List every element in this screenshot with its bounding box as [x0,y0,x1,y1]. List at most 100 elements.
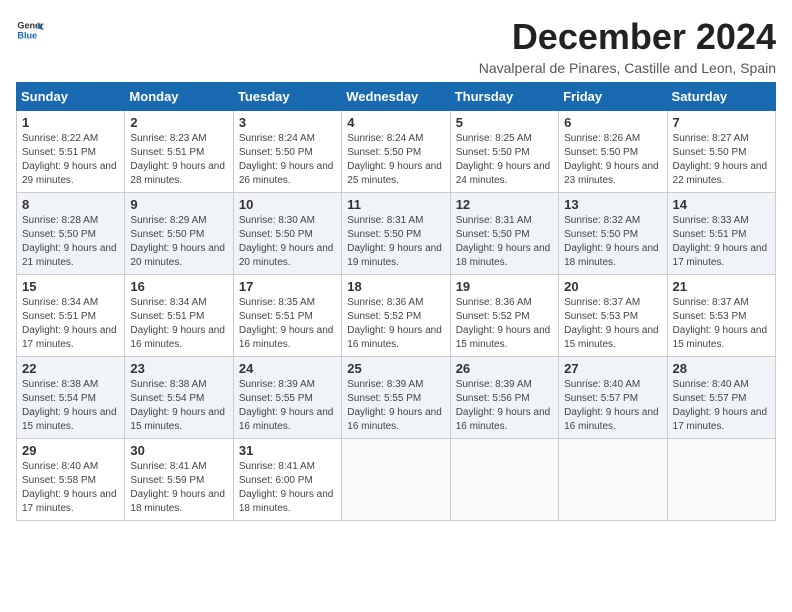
calendar-cell: 25Sunrise: 8:39 AMSunset: 5:55 PMDayligh… [342,357,450,439]
day-info: Sunrise: 8:34 AMSunset: 5:51 PMDaylight:… [22,296,119,352]
day-number: 16 [130,279,227,294]
day-number: 31 [239,443,336,458]
title-area: December 2024 Navalperal de Pinares, Cas… [479,16,776,76]
calendar-row-4: 29 Sunrise: 8:40 AMSunset: 5:58 PMDayligh… [17,439,776,521]
day-number: 3 [239,115,336,130]
calendar-cell [342,439,450,521]
calendar-cell: 20Sunrise: 8:37 AMSunset: 5:53 PMDayligh… [559,275,667,357]
day-number: 30 [130,443,227,458]
day-number: 17 [239,279,336,294]
calendar-body: 1Sunrise: 8:22 AMSunset: 5:51 PMDaylight… [17,111,776,521]
day-info: Sunrise: 8:34 AMSunset: 5:51 PMDaylight:… [130,296,227,352]
calendar-cell: 26Sunrise: 8:39 AMSunset: 5:56 PMDayligh… [450,357,558,439]
day-number: 10 [239,197,336,212]
calendar-header: SundayMondayTuesdayWednesdayThursdayFrid… [17,83,776,111]
day-number: 26 [456,361,553,376]
calendar-cell: 30Sunrise: 8:41 AMSunset: 5:59 PMDayligh… [125,439,233,521]
location-subtitle: Navalperal de Pinares, Castille and Leon… [479,60,776,76]
calendar-cell: 15 Sunrise: 8:34 AMSunset: 5:51 PMDayligh… [17,275,125,357]
day-number: 25 [347,361,444,376]
day-info: Sunrise: 8:24 AMSunset: 5:50 PMDaylight:… [239,132,336,188]
day-number: 6 [564,115,661,130]
day-info: Sunrise: 8:37 AMSunset: 5:53 PMDaylight:… [564,296,661,352]
day-number: 5 [456,115,553,130]
day-number: 12 [456,197,553,212]
calendar-cell: 2Sunrise: 8:23 AMSunset: 5:51 PMDaylight… [125,111,233,193]
calendar-cell: 24 Sunrise: 8:39 AMSunset: 5:55 PMDayligh… [233,357,341,439]
day-info: Sunrise: 8:29 AMSunset: 5:50 PMDaylight:… [130,214,227,270]
calendar-cell: 12 Sunrise: 8:31 AMSunset: 5:50 PMDayligh… [450,193,558,275]
day-info: Sunrise: 8:38 AMSunset: 5:54 PMDaylight:… [22,378,119,434]
day-info: Sunrise: 8:40 AMSunset: 5:58 PMDaylight:… [22,460,119,516]
day-number: 22 [22,361,119,376]
calendar-cell: 6Sunrise: 8:26 AMSunset: 5:50 PMDaylight… [559,111,667,193]
calendar-cell: 1Sunrise: 8:22 AMSunset: 5:51 PMDaylight… [17,111,125,193]
header-thursday: Thursday [450,83,558,111]
calendar-cell: 17 Sunrise: 8:35 AMSunset: 5:51 PMDayligh… [233,275,341,357]
day-number: 2 [130,115,227,130]
day-number: 13 [564,197,661,212]
calendar-cell: 19Sunrise: 8:36 AMSunset: 5:52 PMDayligh… [450,275,558,357]
day-number: 23 [130,361,227,376]
calendar-cell: 8Sunrise: 8:28 AMSunset: 5:50 PMDaylight… [17,193,125,275]
day-info: Sunrise: 8:27 AMSunset: 5:50 PMDaylight:… [673,132,770,188]
day-number: 8 [22,197,119,212]
calendar-row-2: 15 Sunrise: 8:34 AMSunset: 5:51 PMDayligh… [17,275,776,357]
calendar-cell: 27Sunrise: 8:40 AMSunset: 5:57 PMDayligh… [559,357,667,439]
calendar-row-1: 8Sunrise: 8:28 AMSunset: 5:50 PMDaylight… [17,193,776,275]
calendar-cell: 14 Sunrise: 8:33 AMSunset: 5:51 PMDayligh… [667,193,775,275]
day-info: Sunrise: 8:35 AMSunset: 5:51 PMDaylight:… [239,296,336,352]
header-wednesday: Wednesday [342,83,450,111]
calendar-cell: 5 Sunrise: 8:25 AMSunset: 5:50 PMDaylight… [450,111,558,193]
month-title: December 2024 [479,16,776,58]
day-info: Sunrise: 8:31 AMSunset: 5:50 PMDaylight:… [456,214,553,270]
header-friday: Friday [559,83,667,111]
header-sunday: Sunday [17,83,125,111]
day-number: 29 [22,443,119,458]
day-info: Sunrise: 8:39 AMSunset: 5:55 PMDaylight:… [239,378,336,434]
day-info: Sunrise: 8:36 AMSunset: 5:52 PMDaylight:… [456,296,553,352]
calendar-cell: 16 Sunrise: 8:34 AMSunset: 5:51 PMDayligh… [125,275,233,357]
day-number: 21 [673,279,770,294]
day-info: Sunrise: 8:36 AMSunset: 5:52 PMDaylight:… [347,296,444,352]
header-tuesday: Tuesday [233,83,341,111]
day-number: 24 [239,361,336,376]
calendar-cell: 4 Sunrise: 8:24 AMSunset: 5:50 PMDaylight… [342,111,450,193]
calendar-cell: 28Sunrise: 8:40 AMSunset: 5:57 PMDayligh… [667,357,775,439]
day-info: Sunrise: 8:33 AMSunset: 5:51 PMDaylight:… [673,214,770,270]
day-info: Sunrise: 8:37 AMSunset: 5:53 PMDaylight:… [673,296,770,352]
day-info: Sunrise: 8:38 AMSunset: 5:54 PMDaylight:… [130,378,227,434]
day-info: Sunrise: 8:24 AMSunset: 5:50 PMDaylight:… [347,132,444,188]
day-info: Sunrise: 8:30 AMSunset: 5:50 PMDaylight:… [239,214,336,270]
day-info: Sunrise: 8:40 AMSunset: 5:57 PMDaylight:… [673,378,770,434]
day-number: 1 [22,115,119,130]
day-number: 9 [130,197,227,212]
calendar-cell [667,439,775,521]
day-number: 15 [22,279,119,294]
day-info: Sunrise: 8:41 AMSunset: 6:00 PMDaylight:… [239,460,336,516]
calendar-cell: 22 Sunrise: 8:38 AMSunset: 5:54 PMDayligh… [17,357,125,439]
svg-text:Blue: Blue [17,30,37,40]
calendar-cell: 23 Sunrise: 8:38 AMSunset: 5:54 PMDayligh… [125,357,233,439]
calendar-cell: 31 Sunrise: 8:41 AMSunset: 6:00 PMDayligh… [233,439,341,521]
day-number: 14 [673,197,770,212]
logo-icon: General Blue [16,16,44,44]
header-saturday: Saturday [667,83,775,111]
calendar-row-0: 1Sunrise: 8:22 AMSunset: 5:51 PMDaylight… [17,111,776,193]
calendar-row-3: 22 Sunrise: 8:38 AMSunset: 5:54 PMDayligh… [17,357,776,439]
header-monday: Monday [125,83,233,111]
calendar-cell: 11Sunrise: 8:31 AMSunset: 5:50 PMDayligh… [342,193,450,275]
calendar-cell: 10 Sunrise: 8:30 AMSunset: 5:50 PMDayligh… [233,193,341,275]
calendar-table: SundayMondayTuesdayWednesdayThursdayFrid… [16,82,776,521]
day-info: Sunrise: 8:31 AMSunset: 5:50 PMDaylight:… [347,214,444,270]
day-number: 4 [347,115,444,130]
day-info: Sunrise: 8:25 AMSunset: 5:50 PMDaylight:… [456,132,553,188]
logo: General Blue [16,16,44,44]
calendar-cell: 9 Sunrise: 8:29 AMSunset: 5:50 PMDaylight… [125,193,233,275]
day-info: Sunrise: 8:40 AMSunset: 5:57 PMDaylight:… [564,378,661,434]
calendar-cell: 7Sunrise: 8:27 AMSunset: 5:50 PMDaylight… [667,111,775,193]
calendar-cell: 21 Sunrise: 8:37 AMSunset: 5:53 PMDayligh… [667,275,775,357]
day-number: 18 [347,279,444,294]
calendar-cell: 3 Sunrise: 8:24 AMSunset: 5:50 PMDaylight… [233,111,341,193]
header-row: SundayMondayTuesdayWednesdayThursdayFrid… [17,83,776,111]
